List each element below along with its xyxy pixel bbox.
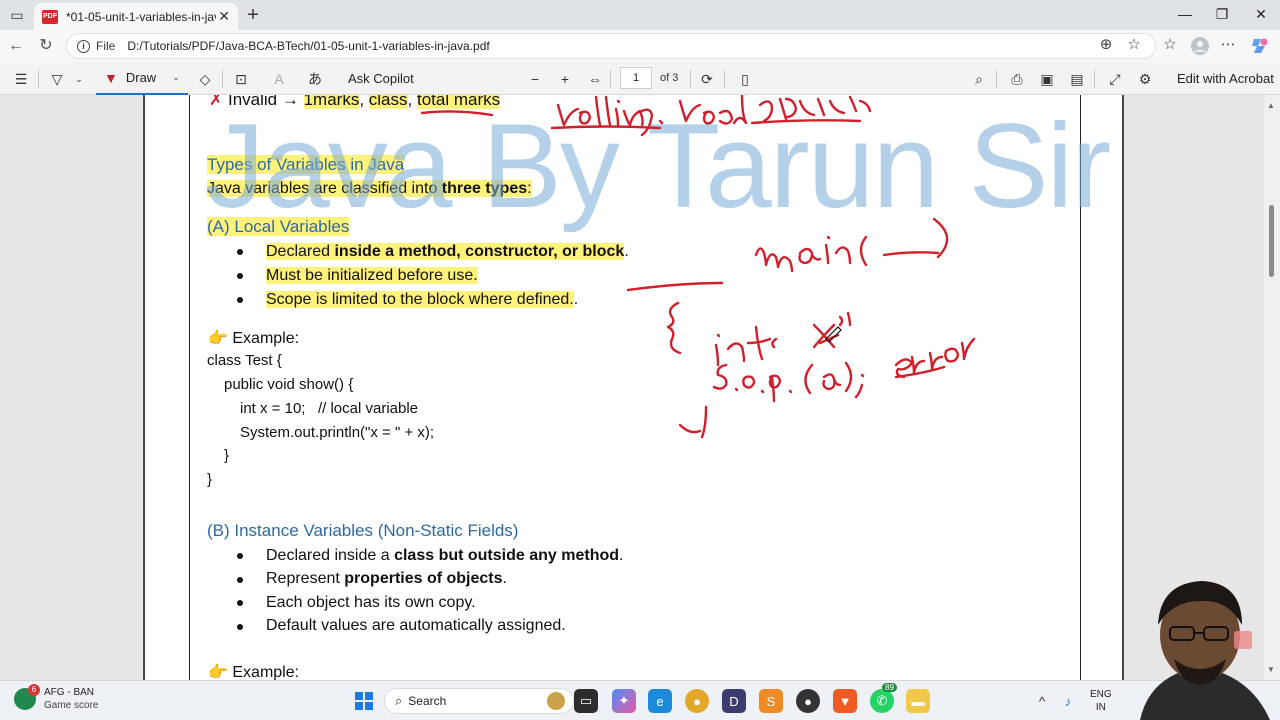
profile-avatar[interactable] (1190, 37, 1210, 59)
rotate-icon[interactable]: ⟳ (698, 70, 716, 88)
pdf-viewport[interactable]: ✗ Invalid → 1marks, class, total marks T… (0, 95, 1280, 680)
browser-tab[interactable]: PDF *01-05-unit-1-variables-in-java.pdf … (34, 3, 238, 30)
scroll-up-icon[interactable]: ▲ (1267, 101, 1275, 110)
whatsapp-icon[interactable]: ✆ 89 (870, 683, 897, 713)
highlight-chevron-icon[interactable]: ⌄ (70, 70, 88, 88)
more-options-icon[interactable]: ⋯ (1218, 35, 1238, 53)
toolbar-divider (724, 70, 725, 88)
webcam-overlay (1130, 575, 1280, 720)
copilot-app-icon[interactable]: ✦ (612, 689, 636, 713)
widget-subtitle: Game score (44, 700, 99, 711)
language-top: ENG (1090, 689, 1112, 700)
info-icon[interactable]: i (77, 39, 90, 53)
toolbar-divider (1094, 70, 1095, 88)
edge-icon[interactable]: e (648, 689, 672, 713)
toolbar-divider (996, 70, 997, 88)
language-indicator[interactable]: ENG IN (1090, 688, 1112, 714)
weather-widget[interactable]: 6 AFG - BAN Game score (14, 684, 99, 712)
pdf-icon: PDF (42, 9, 58, 24)
save-as-icon[interactable]: ▤ (1068, 70, 1086, 88)
edit-with-acrobat-button[interactable]: Edit with Acrobat (1177, 71, 1274, 86)
search-label: Search (408, 694, 447, 708)
pen-icon: ▼ (104, 69, 118, 86)
tab-actions-icon[interactable]: ▭ (8, 6, 26, 24)
brave-icon[interactable]: ▼ (833, 689, 857, 713)
chrome-icon[interactable]: ● (685, 689, 709, 713)
read-aloud-icon[interactable]: A (270, 70, 288, 88)
back-icon[interactable]: ← (6, 36, 26, 56)
notification-badge: 6 (28, 684, 40, 696)
page-view-icon[interactable]: ▯ (736, 70, 754, 88)
microphone-icon[interactable]: ♪ (1056, 689, 1080, 713)
toolbar-divider (610, 70, 611, 88)
pdf-toolbar: ☰ ▽ ⌄ ▼ Draw ⌄ ◇ ⊡ A あ Ask Copilot − + ⇔… (0, 62, 1280, 95)
fullscreen-icon[interactable]: ⤢ (1106, 70, 1124, 88)
text-box-icon[interactable]: ⊡ (232, 70, 250, 88)
refresh-icon[interactable]: ↻ (36, 36, 56, 56)
minimize-icon[interactable]: — (1175, 6, 1195, 22)
language-bottom: IN (1095, 702, 1106, 713)
toolbar-divider (38, 70, 39, 88)
close-tab-icon[interactable]: ✕ (218, 8, 230, 25)
url-scheme: File (96, 39, 116, 53)
file-explorer-icon[interactable]: ▬ (906, 689, 930, 713)
task-view-icon[interactable]: ▭ (574, 689, 598, 713)
favorites-icon[interactable]: ☆ (1160, 35, 1180, 53)
contents-icon[interactable]: ☰ (12, 70, 30, 88)
zoom-out-icon[interactable]: − (526, 70, 544, 88)
draw-chevron-icon[interactable]: ⌄ (172, 72, 180, 83)
fit-page-icon[interactable]: ⇔ (586, 70, 604, 88)
zoom-in-icon[interactable]: + (556, 70, 574, 88)
whatsapp-badge: 89 (882, 683, 897, 692)
sublime-icon[interactable]: S (759, 689, 783, 713)
favorite-star-icon[interactable]: ☆ (1124, 35, 1144, 53)
copilot-icon[interactable] (1250, 36, 1270, 60)
handwriting-annotations (420, 95, 976, 439)
tab-bar: ▭ PDF *01-05-unit-1-variables-in-java.pd… (0, 0, 1280, 30)
close-window-icon[interactable]: ✕ (1251, 6, 1271, 23)
scroll-thumb[interactable] (1269, 205, 1274, 277)
taskbar-search[interactable]: ⌕ Search (384, 688, 574, 714)
find-icon[interactable]: ⌕ (970, 70, 988, 88)
zoom-icon[interactable]: ⊕ (1096, 35, 1116, 53)
toolbar-divider (222, 70, 223, 88)
new-tab-icon[interactable]: + (243, 4, 263, 27)
search-icon: ⌕ (395, 693, 403, 708)
page-number-input[interactable] (620, 67, 652, 89)
highlight-icon[interactable]: ▽ (48, 70, 66, 88)
start-icon[interactable] (352, 689, 376, 713)
settings-gear-icon[interactable]: ⚙ (1136, 70, 1154, 88)
cricket-icon: 6 (14, 684, 40, 710)
eraser-icon[interactable]: ◇ (196, 70, 214, 88)
save-icon[interactable]: ▣ (1038, 70, 1056, 88)
draw-label: Draw (125, 70, 157, 85)
translate-icon[interactable]: あ (306, 70, 324, 88)
draw-button[interactable]: ▼ Draw ⌄ (96, 62, 188, 95)
tab-title: *01-05-unit-1-variables-in-java.pdf (66, 9, 216, 24)
print-icon[interactable]: ⎙ (1008, 70, 1026, 88)
github-icon[interactable]: ● (796, 689, 820, 713)
ask-copilot-button[interactable]: Ask Copilot (348, 71, 414, 86)
url-field[interactable]: i File D:/Tutorials/PDF/Java-BCA-BTech/0… (66, 33, 1156, 59)
devtool-icon[interactable]: D (722, 689, 746, 713)
restore-icon[interactable]: ❐ (1212, 6, 1232, 23)
taskbar: 6 AFG - BAN Game score ⌕ Search ▭ ✦ e ● … (0, 680, 1280, 720)
url-text: D:/Tutorials/PDF/Java-BCA-BTech/01-05-un… (127, 39, 490, 53)
tray-chevron-icon[interactable]: ^ (1030, 689, 1054, 713)
page-total: of 3 (660, 72, 679, 84)
address-bar: ← ↻ i File D:/Tutorials/PDF/Java-BCA-BTe… (0, 30, 1280, 62)
search-highlight-icon (547, 692, 565, 710)
toolbar-divider (690, 70, 691, 88)
widget-title: AFG - BAN (44, 687, 95, 698)
